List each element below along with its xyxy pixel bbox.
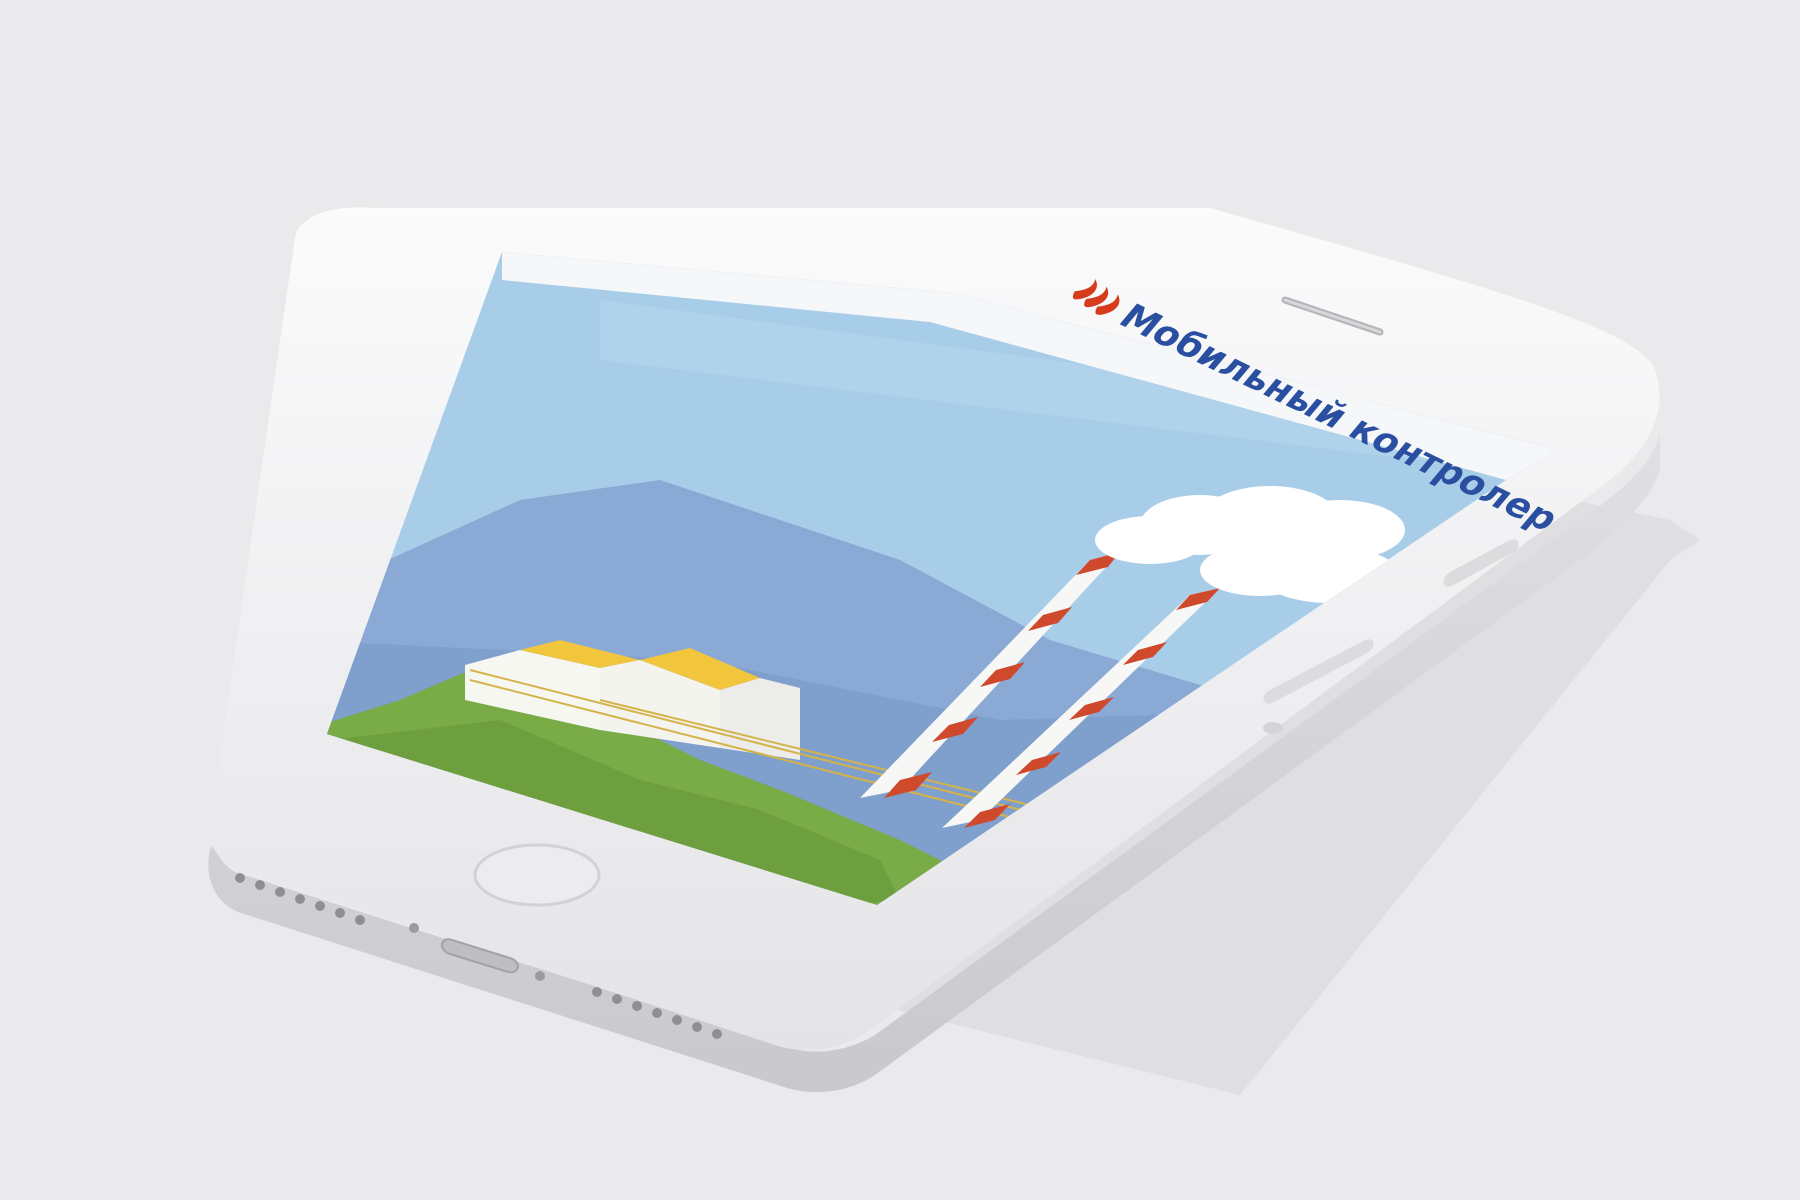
mute-switch[interactable] xyxy=(1263,722,1283,734)
microphone-hole xyxy=(409,923,419,933)
device-mockup-scene: Мобильный контролер xyxy=(207,207,1700,1095)
microphone-hole-2 xyxy=(535,971,545,981)
home-button[interactable] xyxy=(473,843,601,907)
